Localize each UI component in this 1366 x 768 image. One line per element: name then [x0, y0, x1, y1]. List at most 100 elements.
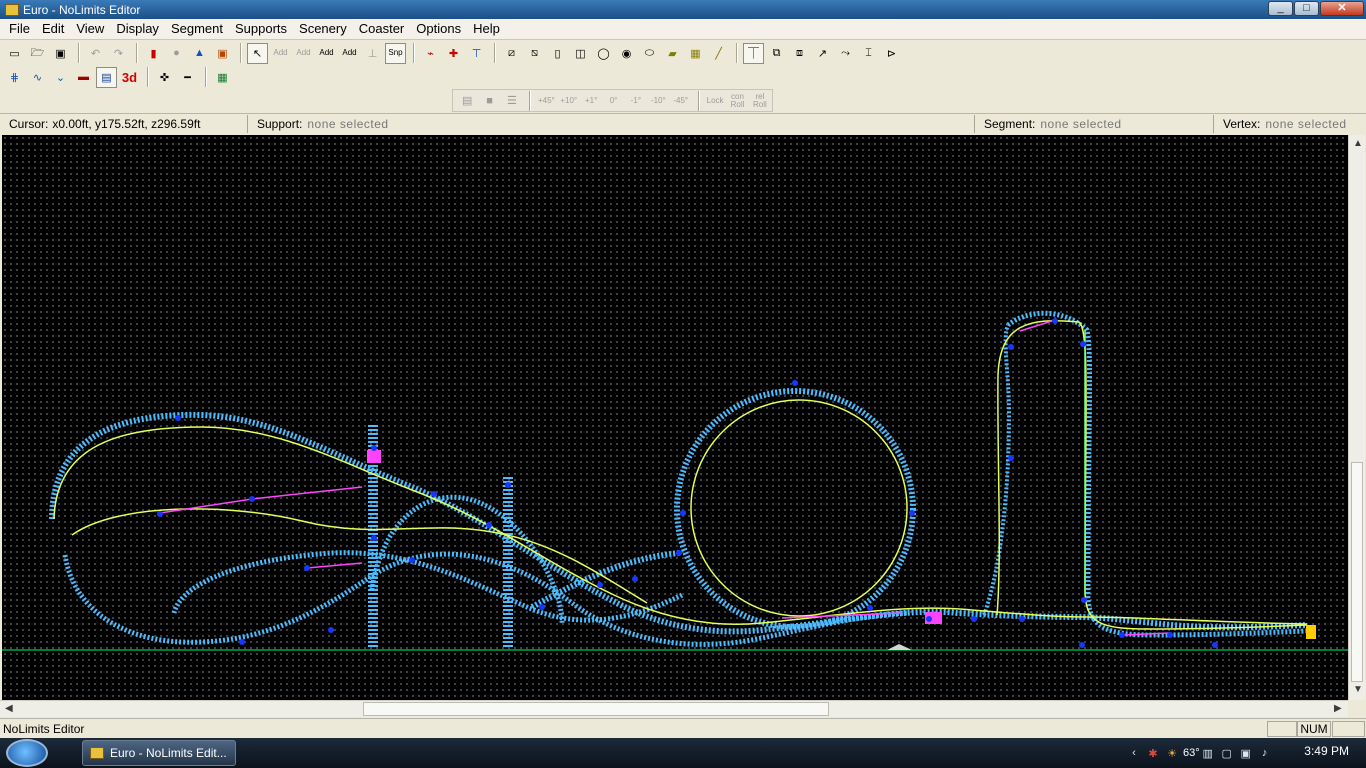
vertical-scrollbar[interactable]: ▲ ▼	[1348, 135, 1365, 700]
coaster-view-icon[interactable]: ▤	[96, 66, 117, 88]
selected-markers[interactable]	[367, 450, 942, 624]
security-icon[interactable]: ✱	[1145, 745, 1161, 761]
weather-icon[interactable]: ☀	[1164, 745, 1180, 761]
menu-scenery[interactable]: Scenery	[293, 19, 353, 39]
menu-options[interactable]: Options	[410, 19, 467, 39]
ramp-icon[interactable]: ╱	[708, 43, 729, 64]
zoom-in-icon[interactable]: ✜	[154, 67, 175, 88]
vertical-loop[interactable]	[674, 388, 916, 630]
menu-edit[interactable]: Edit	[36, 19, 70, 39]
down-view-icon[interactable]: ⌄	[50, 67, 71, 88]
height-marker-icon[interactable]: ⌶	[858, 43, 879, 64]
con-roll-button[interactable]: con Roll	[727, 90, 747, 111]
tray-arrow-icon[interactable]: ‹	[1126, 745, 1142, 761]
select-pointer-icon[interactable]: ↖	[247, 42, 268, 64]
zoom-out-icon[interactable]: ━	[177, 67, 198, 88]
stop-icon[interactable]: ●	[166, 43, 187, 64]
roll-lines-icon[interactable]: ☰	[502, 90, 522, 111]
scenery-tool-icon[interactable]: ▣	[212, 43, 233, 64]
spreadsheet-icon[interactable]: ▦	[212, 67, 233, 88]
rel-roll-button[interactable]: rel Roll	[750, 90, 770, 111]
flag-icon[interactable]: ⊳	[881, 43, 902, 64]
support-column-icon[interactable]: ▯	[547, 43, 568, 64]
track-warning-icon[interactable]: ▲	[189, 43, 210, 64]
menu-view[interactable]: View	[70, 19, 110, 39]
menu-coaster[interactable]: Coaster	[353, 19, 411, 39]
taskbar-window-button[interactable]: Euro - NoLimits Edit...	[82, 740, 236, 766]
track-middle-helix[interactable]	[171, 550, 684, 623]
add-support-button[interactable]: Add	[316, 43, 337, 64]
add-vertex-button[interactable]: Add	[270, 43, 291, 64]
roll-plus-45-button[interactable]: +45°	[536, 90, 556, 111]
train-view-icon[interactable]: ▬	[73, 67, 94, 88]
station-icon[interactable]: ⏉	[743, 42, 764, 64]
cylinder-wide-icon[interactable]: ◉	[616, 43, 637, 64]
split-segment-icon[interactable]: ✚	[443, 43, 464, 64]
close-button[interactable]: ✕	[1320, 1, 1364, 16]
menu-file[interactable]: File	[3, 19, 36, 39]
wave-view-icon[interactable]: ∿	[27, 67, 48, 88]
start-button[interactable]	[6, 739, 48, 767]
roll-minus-1-button[interactable]: -1°	[626, 90, 646, 111]
connect-segment-icon[interactable]: ⊤	[466, 43, 487, 64]
roll-plus-1-button[interactable]: +1°	[581, 90, 601, 111]
restore-button[interactable]: □	[1294, 1, 1319, 16]
menu-segment[interactable]: Segment	[165, 19, 229, 39]
cylinder-icon[interactable]: ◫	[570, 43, 591, 64]
support-height-icon[interactable]: ⊥	[362, 43, 383, 64]
segment-tool-icon[interactable]: ⌁	[420, 43, 441, 64]
taskbar-clock[interactable]: 3:49 PM	[1304, 744, 1349, 758]
monitor-icon[interactable]: ▢	[1219, 745, 1235, 761]
undo-button[interactable]: ↶	[85, 43, 106, 64]
horizontal-scrollbar[interactable]: ◀ ▶	[0, 700, 1348, 717]
add-footer-button[interactable]: Add	[339, 43, 360, 64]
add-segment-button[interactable]: Add	[293, 43, 314, 64]
scroll-up-arrow[interactable]: ▲	[1353, 139, 1363, 149]
double-track-icon[interactable]: ⧅	[524, 43, 545, 64]
trim-brake-icon[interactable]: ⤳	[835, 43, 856, 64]
menu-help[interactable]: Help	[467, 19, 506, 39]
brake-icon[interactable]: ⧈	[789, 43, 810, 64]
station-marker[interactable]	[1306, 625, 1316, 639]
vertical-scroll-thumb[interactable]	[1351, 462, 1363, 682]
save-file-button[interactable]: ▣	[50, 43, 71, 64]
roll-zero-button[interactable]: 0°	[603, 90, 623, 111]
track-transition[interactable]	[530, 550, 680, 610]
transfer-icon[interactable]: ↗	[812, 43, 833, 64]
block-icon[interactable]: ▦	[685, 43, 706, 64]
open-file-button[interactable]: 🗁	[27, 43, 48, 64]
3d-view-button[interactable]: 3d	[119, 67, 140, 88]
menu-supports[interactable]: Supports	[229, 19, 293, 39]
roll-minus-45-button[interactable]: -45°	[671, 90, 691, 111]
roll-minus-10-button[interactable]: -10°	[648, 90, 668, 111]
catwalk-icon[interactable]: ▰	[662, 43, 683, 64]
scroll-down-arrow[interactable]: ▼	[1353, 685, 1363, 695]
grid-view-icon[interactable]: ⋕	[4, 67, 25, 88]
track-editor-canvas[interactable]	[2, 135, 1348, 700]
lock-roll-button[interactable]: Lock	[705, 90, 725, 111]
redo-button[interactable]: ↷	[108, 43, 129, 64]
roll-block-icon[interactable]: ■	[479, 90, 499, 111]
network-icon[interactable]: ▥	[1200, 745, 1216, 761]
support-towers[interactable]	[368, 425, 513, 649]
new-file-button[interactable]: ▭	[4, 43, 25, 64]
track-top-hat[interactable]	[1006, 310, 1308, 638]
volume-icon[interactable]: ♪	[1257, 745, 1273, 761]
safely-remove-icon[interactable]: ▣	[1238, 745, 1254, 761]
scroll-right-arrow[interactable]: ▶	[1334, 704, 1342, 714]
lift-icon[interactable]: ⧉	[766, 43, 787, 64]
snap-button[interactable]: Snp	[385, 42, 406, 64]
menu-display[interactable]: Display	[110, 19, 165, 39]
minimize-button[interactable]: _	[1268, 1, 1293, 16]
disc-icon[interactable]: ⬭	[639, 43, 660, 64]
barrel-icon[interactable]: ◯	[593, 43, 614, 64]
track-nodes[interactable]	[157, 318, 1218, 648]
track-piece-icon[interactable]: ⧄	[501, 43, 522, 64]
scroll-left-arrow[interactable]: ◀	[5, 704, 13, 714]
horizontal-scroll-thumb[interactable]	[363, 702, 829, 716]
selected-segments[interactable]	[159, 319, 1171, 636]
roll-table-icon[interactable]: ▤	[457, 90, 477, 111]
roll-plus-10-button[interactable]: +10°	[559, 90, 579, 111]
test-coaster-icon[interactable]: ▮	[143, 43, 164, 64]
coaster-drawing[interactable]	[2, 135, 1348, 700]
